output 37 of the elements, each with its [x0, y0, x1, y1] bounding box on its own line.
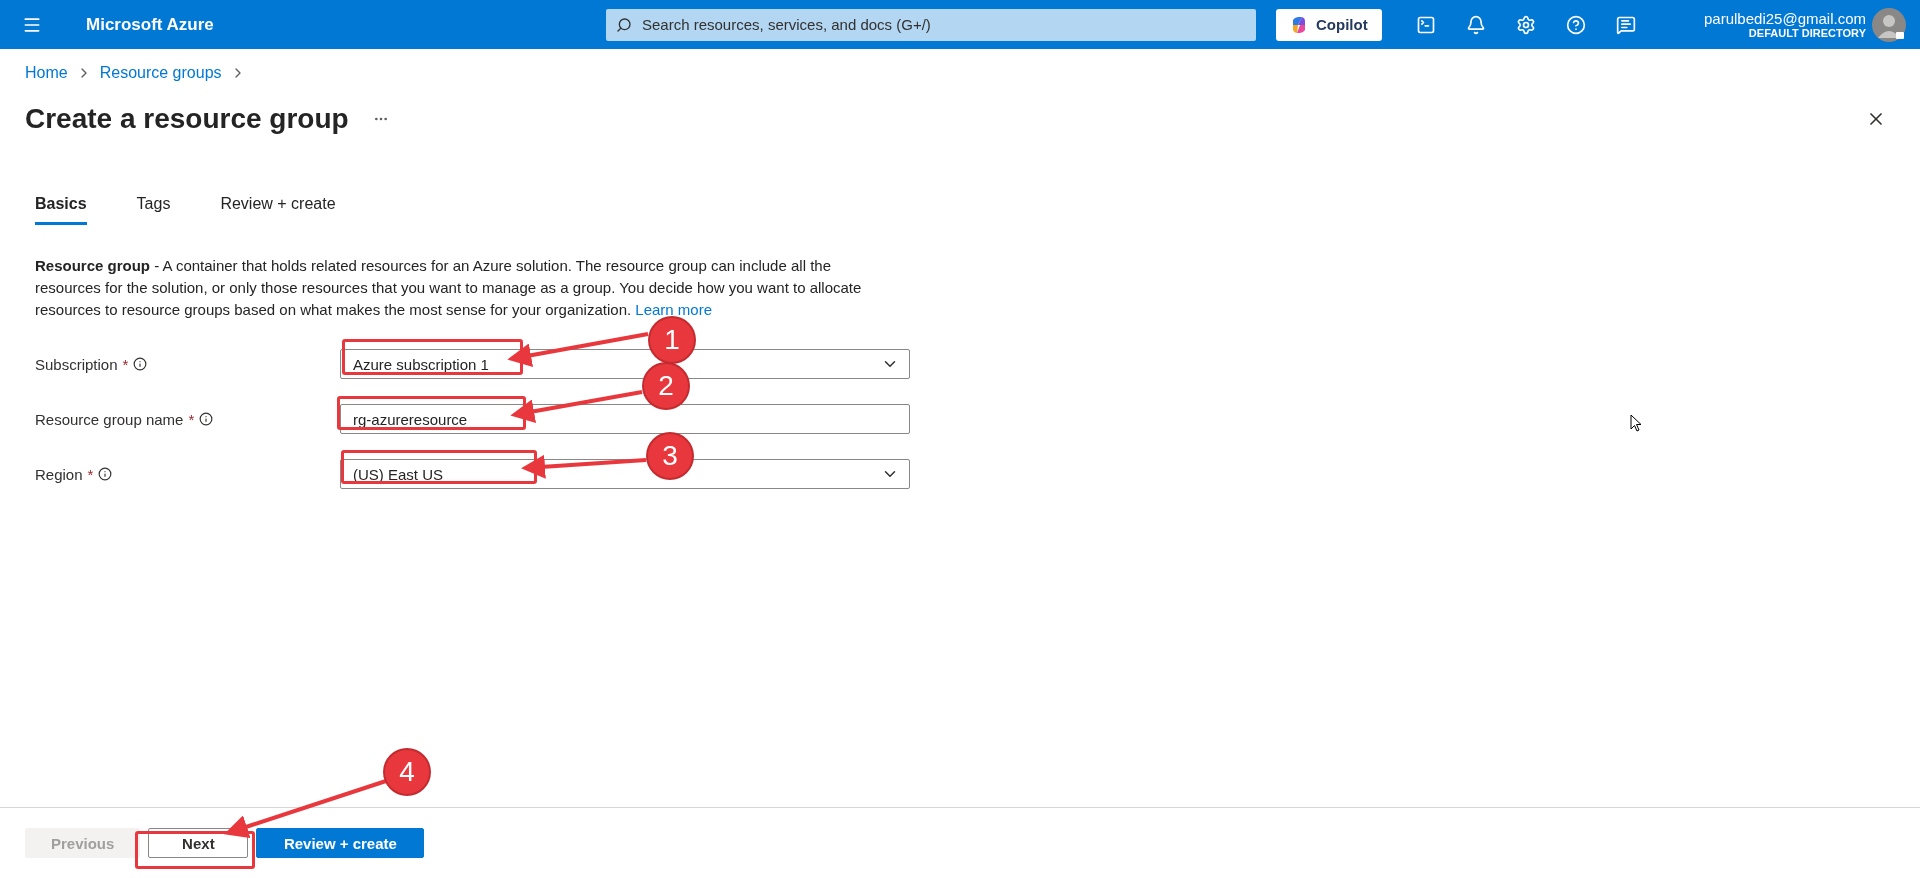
- primary-button[interactable]: Review + create: [256, 828, 425, 858]
- description-text: Resource group - A container that holds related resources for an Azure solution. The resource group can include all the resources for the solution, or only those resources that you want to manage as a group. You decide how you want to allocate resources to resource groups based on what makes the most sense for your organization. Learn more: [35, 256, 863, 320]
- chat-icon: [1615, 14, 1636, 35]
- copilot-button[interactable]: Copilot: [1276, 8, 1382, 41]
- info-icon: [133, 357, 148, 371]
- terminal-icon: [1415, 14, 1436, 35]
- step-number: 1: [650, 318, 694, 362]
- learn-more-link[interactable]: Learn more: [635, 301, 713, 318]
- tab[interactable]: Tags: [136, 187, 171, 225]
- gear-icon: [1515, 14, 1536, 35]
- search-icon: [616, 16, 632, 33]
- avatar[interactable]: [1872, 7, 1906, 42]
- step-number: 2: [644, 364, 688, 408]
- info-icon: [98, 467, 113, 481]
- brand-name: Microsoft Azure: [86, 14, 215, 35]
- bell-icon: [1465, 14, 1486, 35]
- step-number: 4: [385, 750, 429, 794]
- copilot-logo-icon: [1290, 15, 1308, 34]
- help-icon: [1565, 14, 1586, 35]
- field-label: Subscription: [35, 355, 118, 373]
- account-email[interactable]: parulbedi25@gmail.com: [1704, 10, 1866, 27]
- step-number: 3: [648, 434, 692, 478]
- page-title: Create a resource group: [25, 103, 349, 135]
- tab[interactable]: Basics: [35, 187, 87, 225]
- tab[interactable]: Review + create: [220, 187, 336, 225]
- input-field[interactable]: rg-azureresource: [340, 404, 910, 434]
- required-mark: *: [188, 410, 195, 428]
- field-label: Region: [35, 465, 83, 483]
- directory-name: DEFAULT DIRECTORY: [1748, 27, 1866, 39]
- info-icon: [199, 412, 214, 426]
- required-mark: *: [87, 465, 94, 483]
- search-field[interactable]: Search resources, services, and docs (G+/): [606, 8, 1256, 41]
- mouse-pointer-icon: [1630, 414, 1642, 432]
- breadcrumb-link[interactable]: Home: [25, 64, 68, 82]
- field-label: Resource group name: [35, 410, 184, 428]
- required-mark: *: [122, 355, 129, 373]
- breadcrumb-link[interactable]: Resource groups: [99, 64, 222, 82]
